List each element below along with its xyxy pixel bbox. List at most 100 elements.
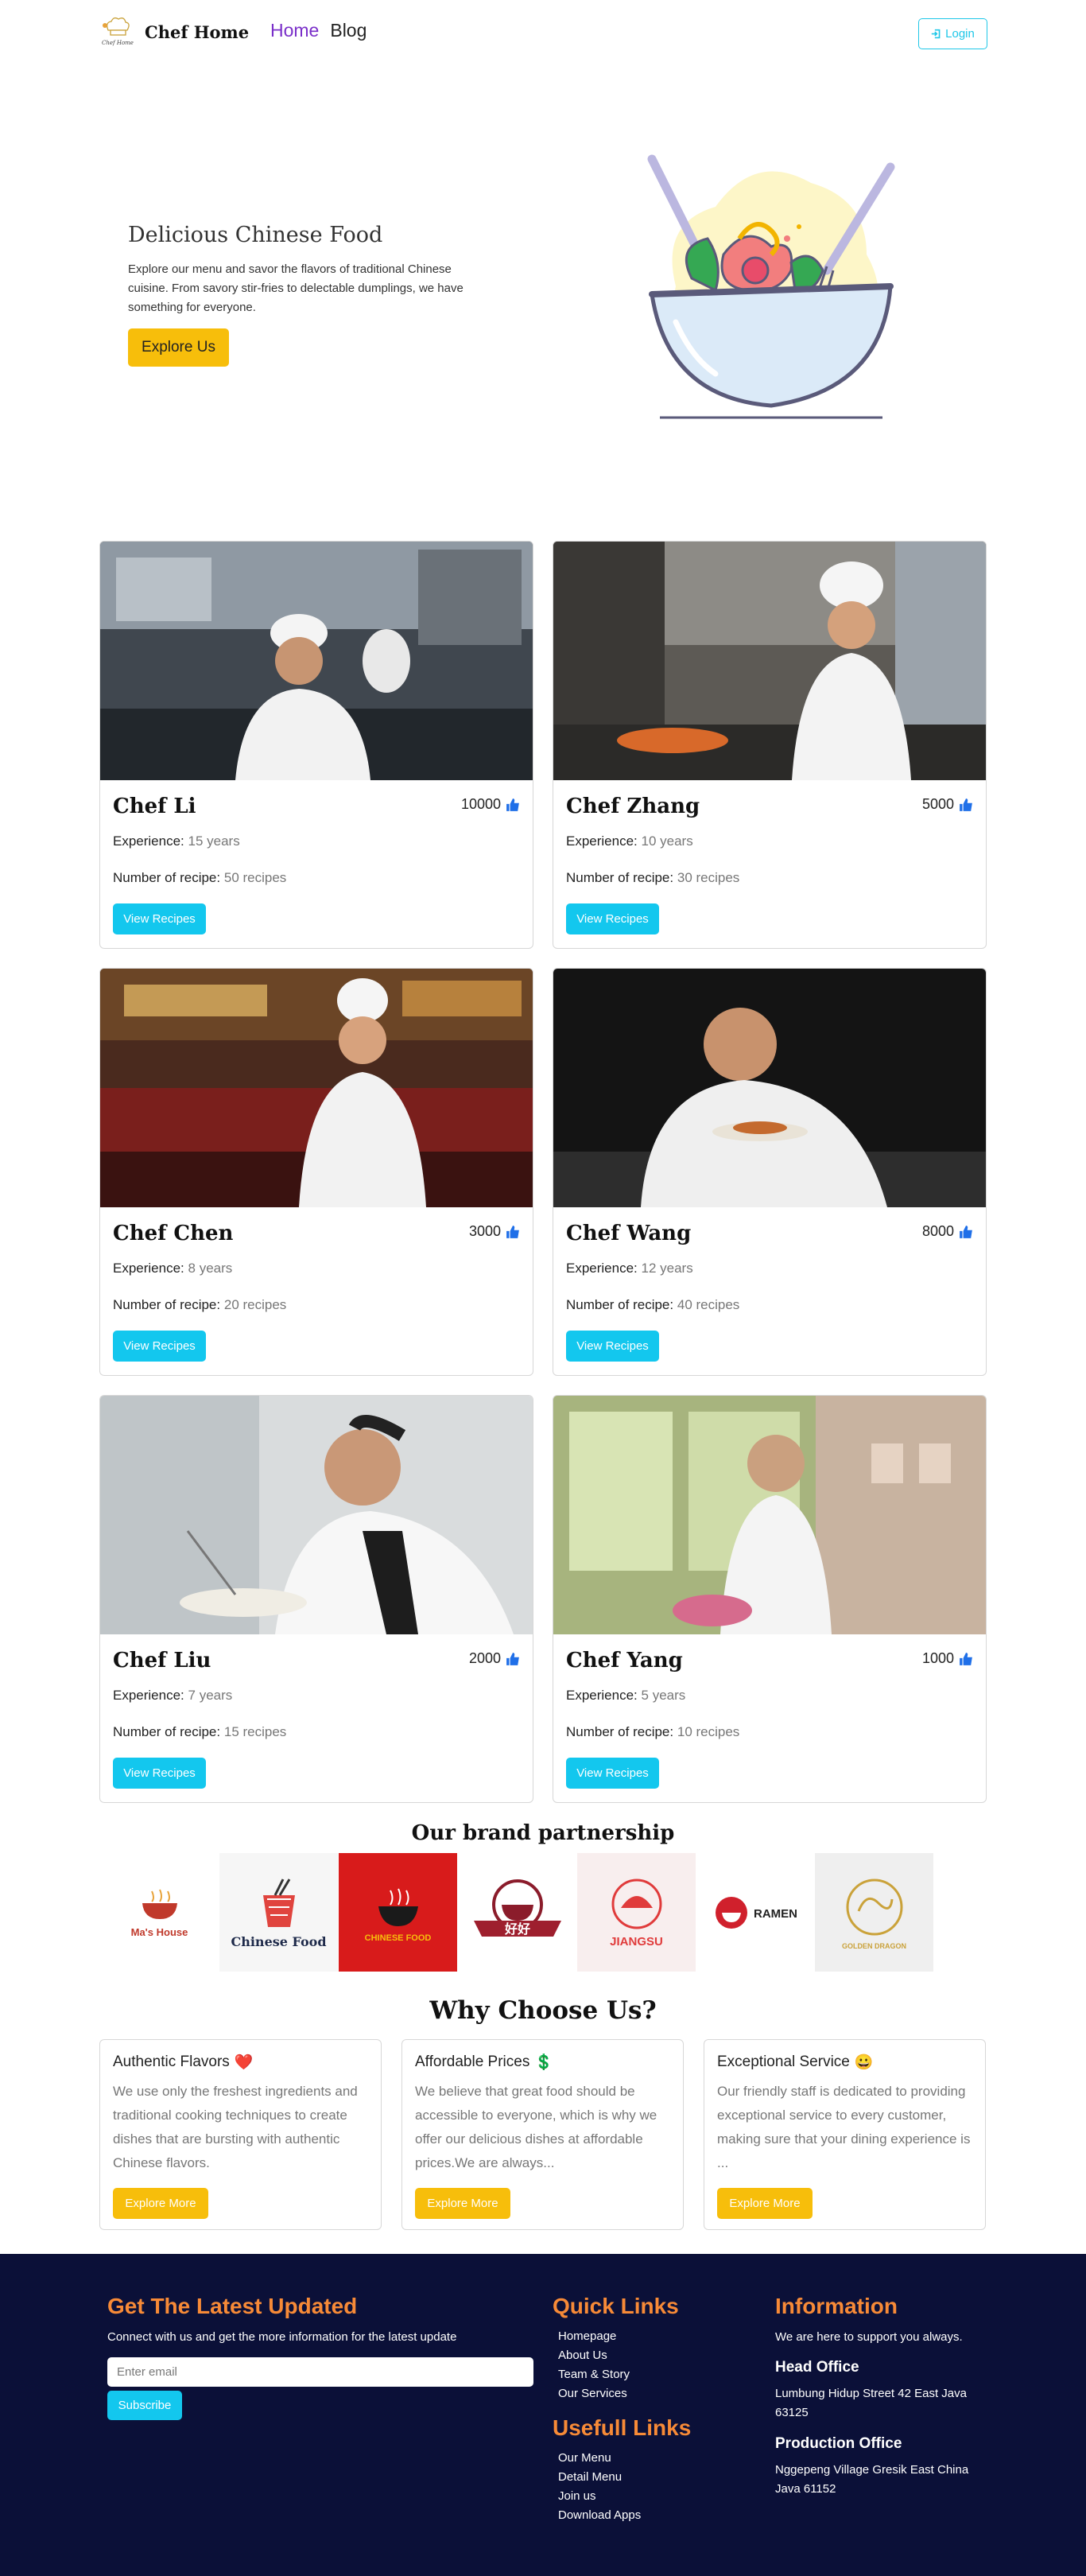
- view-recipes-button[interactable]: View Recipes: [113, 1758, 206, 1789]
- experience-value: 10 years: [641, 833, 693, 849]
- experience-row: Experience: 8 years: [113, 1261, 232, 1276]
- footer: Get The Latest Updated Connect with us a…: [0, 2254, 1086, 2576]
- recipe-value: 20 recipes: [223, 1297, 287, 1312]
- login-button[interactable]: Login: [918, 18, 987, 49]
- recipe-value: 15 recipes: [223, 1724, 287, 1739]
- recipe-value: 10 recipes: [677, 1724, 740, 1739]
- why-card-title: Authentic Flavors: [113, 2053, 230, 2070]
- why-card-text: We believe that great food should be acc…: [415, 2084, 657, 2170]
- view-recipes-button[interactable]: View Recipes: [566, 1331, 659, 1362]
- chef-card-yang: Chef Yang 1000 Experience: 5 years Numbe…: [553, 1395, 987, 1803]
- thumbs-up-icon[interactable]: [959, 1225, 973, 1239]
- recipe-label: Number of recipe:: [113, 1724, 221, 1739]
- like-count: 3000: [469, 1223, 520, 1240]
- newsletter-title: Get The Latest Updated: [107, 2294, 358, 2318]
- experience-row: Experience: 7 years: [113, 1688, 232, 1704]
- brand-logo-mas-house: Ma's House: [100, 1853, 219, 1972]
- explore-more-button[interactable]: Explore More: [717, 2188, 813, 2219]
- chef-name: Chef Chen: [113, 1222, 234, 1245]
- brand-logo-label: CHINESE FOOD: [364, 1933, 432, 1943]
- chef-name: Chef Zhang: [566, 795, 700, 818]
- dumpling-circle-icon: [611, 1879, 661, 1929]
- recipe-row: Number of recipe: 10 recipes: [566, 1724, 739, 1740]
- noodle-bowl-icon: [142, 1889, 177, 1919]
- like-count-value: 8000: [921, 1223, 954, 1239]
- chef-name: Chef Wang: [566, 1222, 692, 1245]
- chef-wang-photo: [553, 969, 986, 1207]
- recipe-label: Number of recipe:: [566, 870, 674, 885]
- dollar-icon: 💲: [534, 2054, 554, 2071]
- recipe-label: Number of recipe:: [113, 1297, 221, 1312]
- experience-label: Experience:: [566, 833, 638, 849]
- like-count: 8000: [922, 1223, 973, 1240]
- footer-link-our-menu[interactable]: Our Menu: [558, 2449, 641, 2468]
- explore-more-button[interactable]: Explore More: [113, 2188, 208, 2219]
- nav-links: Home Blog: [270, 20, 367, 41]
- experience-value: 5 years: [641, 1688, 686, 1703]
- ramen-circle-icon: [716, 1896, 747, 1929]
- brand[interactable]: Chef Home Chef Home: [100, 14, 249, 49]
- view-recipes-button[interactable]: View Recipes: [566, 1758, 659, 1789]
- footer-link-homepage[interactable]: Homepage: [558, 2327, 630, 2346]
- footer-link-detail-menu[interactable]: Detail Menu: [558, 2468, 641, 2487]
- chef-card-liu: Chef Liu 2000 Experience: 7 years Number…: [99, 1395, 533, 1803]
- footer-link-download-apps[interactable]: Download Apps: [558, 2506, 641, 2525]
- chef-card-li: Chef Li 10000 Experience: 15 years Numbe…: [99, 541, 533, 949]
- like-count: 1000: [922, 1650, 973, 1667]
- footer-link-join-us[interactable]: Join us: [558, 2487, 641, 2506]
- brand-logo-golden-dragon: GOLDEN DRAGON: [815, 1853, 933, 1972]
- chef-card-wang: Chef Wang 8000 Experience: 12 years Numb…: [553, 968, 987, 1376]
- nav-link-blog[interactable]: Blog: [330, 20, 367, 41]
- chef-card-chen: Chef Chen 3000 Experience: 8 years Numbe…: [99, 968, 533, 1376]
- thumbs-up-icon[interactable]: [506, 1225, 520, 1239]
- useful-links-list: Our Menu Detail Menu Join us Download Ap…: [558, 2449, 641, 2525]
- like-count-value: 5000: [921, 796, 954, 812]
- brand-name: Chef Home: [145, 21, 250, 42]
- footer-link-team-story[interactable]: Team & Story: [558, 2365, 630, 2384]
- experience-label: Experience:: [113, 833, 184, 849]
- experience-value: 15 years: [188, 833, 240, 849]
- thumbs-up-icon[interactable]: [506, 798, 520, 812]
- chef-li-photo: [100, 542, 533, 780]
- chef-name: Chef Li: [113, 795, 196, 818]
- why-card-title: Affordable Prices: [415, 2053, 530, 2070]
- brand-logo-chinese-food: Chinese Food: [219, 1853, 338, 1972]
- footer-link-about-us[interactable]: About Us: [558, 2346, 630, 2365]
- explore-more-button[interactable]: Explore More: [415, 2188, 510, 2219]
- footer-link-our-services[interactable]: Our Services: [558, 2384, 630, 2403]
- nav-link-home[interactable]: Home: [270, 20, 319, 41]
- login-icon: [931, 29, 941, 39]
- why-card-heading: Exceptional Service 😀: [717, 2053, 874, 2072]
- brand-logo-label: Chinese Food: [231, 1934, 327, 1949]
- thumbs-up-icon[interactable]: [506, 1652, 520, 1666]
- brand-logo-label: RAMEN: [754, 1907, 797, 1921]
- why-card-exceptional-service: Exceptional Service 😀 Our friendly staff …: [704, 2039, 986, 2230]
- experience-row: Experience: 15 years: [113, 833, 240, 849]
- chef-name: Chef Yang: [566, 1649, 683, 1673]
- experience-row: Experience: 12 years: [566, 1261, 693, 1276]
- chef-liu-photo: [100, 1396, 533, 1634]
- explore-us-button[interactable]: Explore Us: [128, 328, 229, 367]
- navbar: Chef Home Chef Home Home Blog Login: [0, 0, 1086, 67]
- svg-text:好好: 好好: [503, 1922, 529, 1937]
- chef-yang-photo: [553, 1396, 986, 1634]
- subscribe-button[interactable]: Subscribe: [107, 2391, 182, 2420]
- view-recipes-button[interactable]: View Recipes: [113, 903, 206, 934]
- smile-icon: 😀: [854, 2054, 874, 2071]
- recipe-row: Number of recipe: 20 recipes: [113, 1297, 286, 1313]
- why-card-title: Exceptional Service: [717, 2053, 850, 2070]
- why-card-heading: Affordable Prices 💲: [415, 2053, 553, 2072]
- view-recipes-button[interactable]: View Recipes: [113, 1331, 206, 1362]
- information-title: Information: [775, 2294, 898, 2318]
- like-count-value: 3000: [468, 1223, 501, 1239]
- brand-logo-label: JIANGSU: [610, 1935, 663, 1949]
- useful-links-title: Usefull Links: [553, 2415, 692, 2440]
- email-input[interactable]: [107, 2357, 533, 2387]
- like-count: 5000: [922, 796, 973, 813]
- experience-label: Experience:: [113, 1688, 184, 1703]
- recipe-row: Number of recipe: 50 recipes: [113, 870, 286, 886]
- thumbs-up-icon[interactable]: [959, 798, 973, 812]
- head-office-address: Lumbung Hidup Street 42 East Java 63125: [775, 2387, 967, 2419]
- view-recipes-button[interactable]: View Recipes: [566, 903, 659, 934]
- thumbs-up-icon[interactable]: [959, 1652, 973, 1666]
